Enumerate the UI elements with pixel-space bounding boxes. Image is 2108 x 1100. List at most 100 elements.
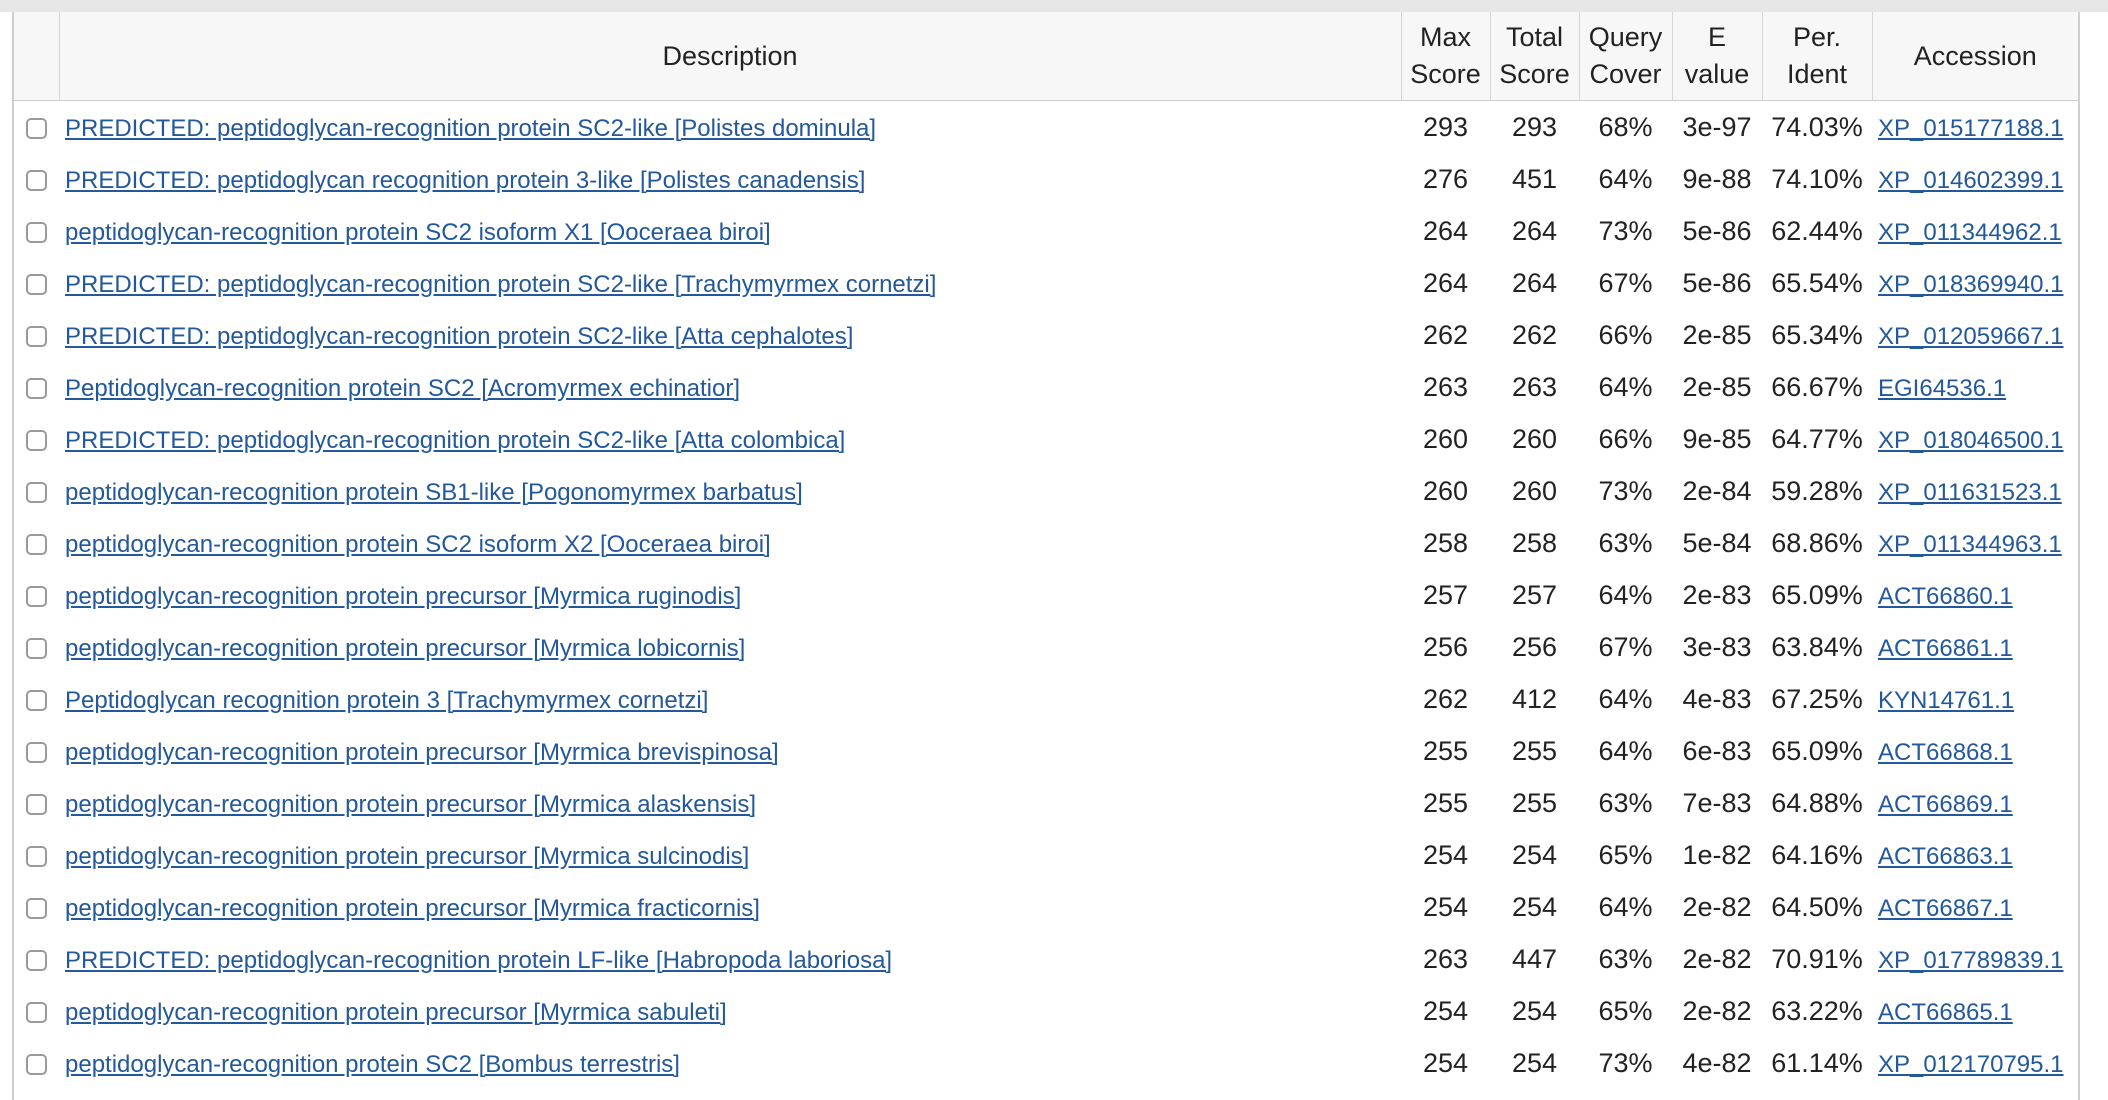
query-cover-cell: 73% xyxy=(1598,215,1653,246)
table-row: peptidoglycan-recognition protein SC2 is… xyxy=(14,517,2078,569)
total-score-cell: 447 xyxy=(1511,943,1558,974)
row-select-checkbox[interactable] xyxy=(26,949,47,971)
description-link[interactable]: peptidoglycan-recognition protein SB1-li… xyxy=(65,479,803,506)
accession-link[interactable]: ACT66867.1 xyxy=(1878,895,2013,922)
row-select-checkbox[interactable] xyxy=(26,897,47,919)
row-select-checkbox[interactable] xyxy=(26,793,47,815)
query-cover-cell: 66% xyxy=(1598,423,1653,454)
description-link[interactable]: PREDICTED: peptidoglycan-recognition pro… xyxy=(65,115,876,142)
description-link[interactable]: PREDICTED: peptidoglycan-recognition pro… xyxy=(65,947,892,974)
accession-link[interactable]: XP_012170795.1 xyxy=(1878,1051,2064,1078)
query-cover-cell: 64% xyxy=(1598,683,1653,714)
column-header-max-score[interactable]: Max Score xyxy=(1401,12,1491,101)
accession-link[interactable]: XP_011631523.1 xyxy=(1878,479,2062,506)
total-score-cell: 257 xyxy=(1511,579,1558,610)
description-link[interactable]: peptidoglycan-recognition protein SC2 [B… xyxy=(65,1051,680,1078)
row-select-checkbox[interactable] xyxy=(26,585,47,607)
row-select-checkbox[interactable] xyxy=(26,845,47,867)
description-link[interactable]: PREDICTED: peptidoglycan-recognition pro… xyxy=(65,271,936,298)
accession-link[interactable]: KYN14761.1 xyxy=(1878,687,2014,714)
description-link[interactable]: Peptidoglycan recognition protein 3 [Tra… xyxy=(65,687,708,714)
max-score-cell: 264 xyxy=(1422,215,1469,246)
description-link[interactable]: peptidoglycan-recognition protein SC2 is… xyxy=(65,531,771,558)
row-select-checkbox[interactable] xyxy=(26,689,47,711)
column-header-description[interactable]: Description xyxy=(59,12,1402,101)
total-score-cell: 260 xyxy=(1511,423,1558,454)
column-header-e-value[interactable]: Evalue xyxy=(1672,12,1763,101)
per-ident-cell: 65.09% xyxy=(1771,579,1863,610)
description-link[interactable]: peptidoglycan-recognition protein precur… xyxy=(65,635,745,662)
accession-link[interactable]: ACT66869.1 xyxy=(1878,791,2013,818)
total-score-cell: 412 xyxy=(1511,683,1558,714)
e-value-cell: 3e-97 xyxy=(1682,111,1752,142)
row-select-checkbox[interactable] xyxy=(26,533,47,555)
accession-link[interactable]: EGI64536.1 xyxy=(1878,375,2006,402)
accession-link[interactable]: XP_018046500.1 xyxy=(1878,427,2064,454)
table-row: peptidoglycan-recognition protein SC2 is… xyxy=(14,205,2078,257)
row-select-checkbox[interactable] xyxy=(26,481,47,503)
results-panel: Description Max Score Total Score Query Cov… xyxy=(12,12,2080,1100)
total-score-cell: 263 xyxy=(1511,371,1558,402)
accession-link[interactable]: XP_015177188.1 xyxy=(1878,115,2064,142)
row-select-checkbox[interactable] xyxy=(26,377,47,399)
description-link[interactable]: peptidoglycan-recognition protein precur… xyxy=(65,583,741,610)
description-link[interactable]: PREDICTED: peptidoglycan-recognition pro… xyxy=(65,427,845,454)
row-select-checkbox[interactable] xyxy=(26,637,47,659)
row-select-checkbox[interactable] xyxy=(26,1001,47,1023)
accession-link[interactable]: XP_017789839.1 xyxy=(1878,947,2064,974)
row-select-checkbox[interactable] xyxy=(26,117,47,139)
total-score-cell: 254 xyxy=(1511,839,1558,870)
max-score-cell: 254 xyxy=(1422,1047,1469,1078)
description-link[interactable]: peptidoglycan-recognition protein precur… xyxy=(65,843,749,870)
accession-link[interactable]: XP_018369940.1 xyxy=(1878,271,2064,298)
top-border-bar xyxy=(0,0,2108,12)
accession-link[interactable]: ACT66863.1 xyxy=(1878,843,2013,870)
row-select-checkbox[interactable] xyxy=(26,273,47,295)
description-link[interactable]: PREDICTED: peptidoglycan-recognition pro… xyxy=(65,323,853,350)
description-link[interactable]: peptidoglycan-recognition protein precur… xyxy=(65,739,779,766)
row-select-checkbox[interactable] xyxy=(26,429,47,451)
row-select-checkbox[interactable] xyxy=(26,741,47,763)
total-score-cell: 255 xyxy=(1511,735,1558,766)
row-select-checkbox[interactable] xyxy=(26,1053,47,1075)
row-select-checkbox[interactable] xyxy=(26,169,47,191)
accession-link[interactable]: XP_012059667.1 xyxy=(1878,323,2064,350)
max-score-cell: 260 xyxy=(1422,475,1469,506)
max-score-cell: 256 xyxy=(1422,631,1469,662)
description-link[interactable]: peptidoglycan-recognition protein precur… xyxy=(65,791,756,818)
per-ident-cell: 65.09% xyxy=(1771,735,1863,766)
total-score-cell: 254 xyxy=(1511,891,1558,922)
row-select-checkbox[interactable] xyxy=(26,221,47,243)
query-cover-cell: 65% xyxy=(1598,839,1653,870)
description-link[interactable]: peptidoglycan-recognition protein SC2 is… xyxy=(65,219,771,246)
description-link[interactable]: peptidoglycan-recognition protein precur… xyxy=(65,895,760,922)
accession-link[interactable]: ACT66868.1 xyxy=(1878,739,2013,766)
total-score-cell: 451 xyxy=(1511,163,1558,194)
table-row: peptidoglycan-recognition protein precur… xyxy=(14,829,2078,881)
per-ident-cell: 67.25% xyxy=(1771,683,1863,714)
column-header-total-score[interactable]: Total Score xyxy=(1490,12,1580,101)
max-score-cell: 276 xyxy=(1422,163,1469,194)
accession-link[interactable]: ACT66860.1 xyxy=(1878,583,2013,610)
description-link[interactable]: peptidoglycan-recognition protein precur… xyxy=(65,999,727,1026)
per-ident-cell: 74.03% xyxy=(1771,111,1863,142)
query-cover-cell: 63% xyxy=(1598,943,1653,974)
accession-link[interactable]: XP_014602399.1 xyxy=(1878,167,2064,194)
e-value-cell: 5e-86 xyxy=(1682,215,1752,246)
e-value-cell: 2e-84 xyxy=(1682,475,1752,506)
query-cover-cell: 73% xyxy=(1598,475,1653,506)
row-select-checkbox[interactable] xyxy=(26,325,47,347)
description-link[interactable]: PREDICTED: peptidoglycan recognition pro… xyxy=(65,167,865,194)
query-cover-cell: 64% xyxy=(1598,371,1653,402)
column-header-accession[interactable]: Accession xyxy=(1872,12,2078,101)
description-link[interactable]: Peptidoglycan-recognition protein SC2 [A… xyxy=(65,375,740,402)
column-header-per-ident[interactable]: Per. Ident xyxy=(1762,12,1873,101)
accession-link[interactable]: ACT66865.1 xyxy=(1878,999,2013,1026)
accession-link[interactable]: ACT66861.1 xyxy=(1878,635,2013,662)
e-value-cell: 2e-82 xyxy=(1682,943,1752,974)
accession-link[interactable]: XP_011344962.1 xyxy=(1878,219,2062,246)
accession-link[interactable]: XP_011344963.1 xyxy=(1878,531,2062,558)
total-score-cell: 293 xyxy=(1511,111,1558,142)
per-ident-cell: 68.86% xyxy=(1771,527,1863,558)
column-header-query-cover[interactable]: Query Cover xyxy=(1579,12,1673,101)
